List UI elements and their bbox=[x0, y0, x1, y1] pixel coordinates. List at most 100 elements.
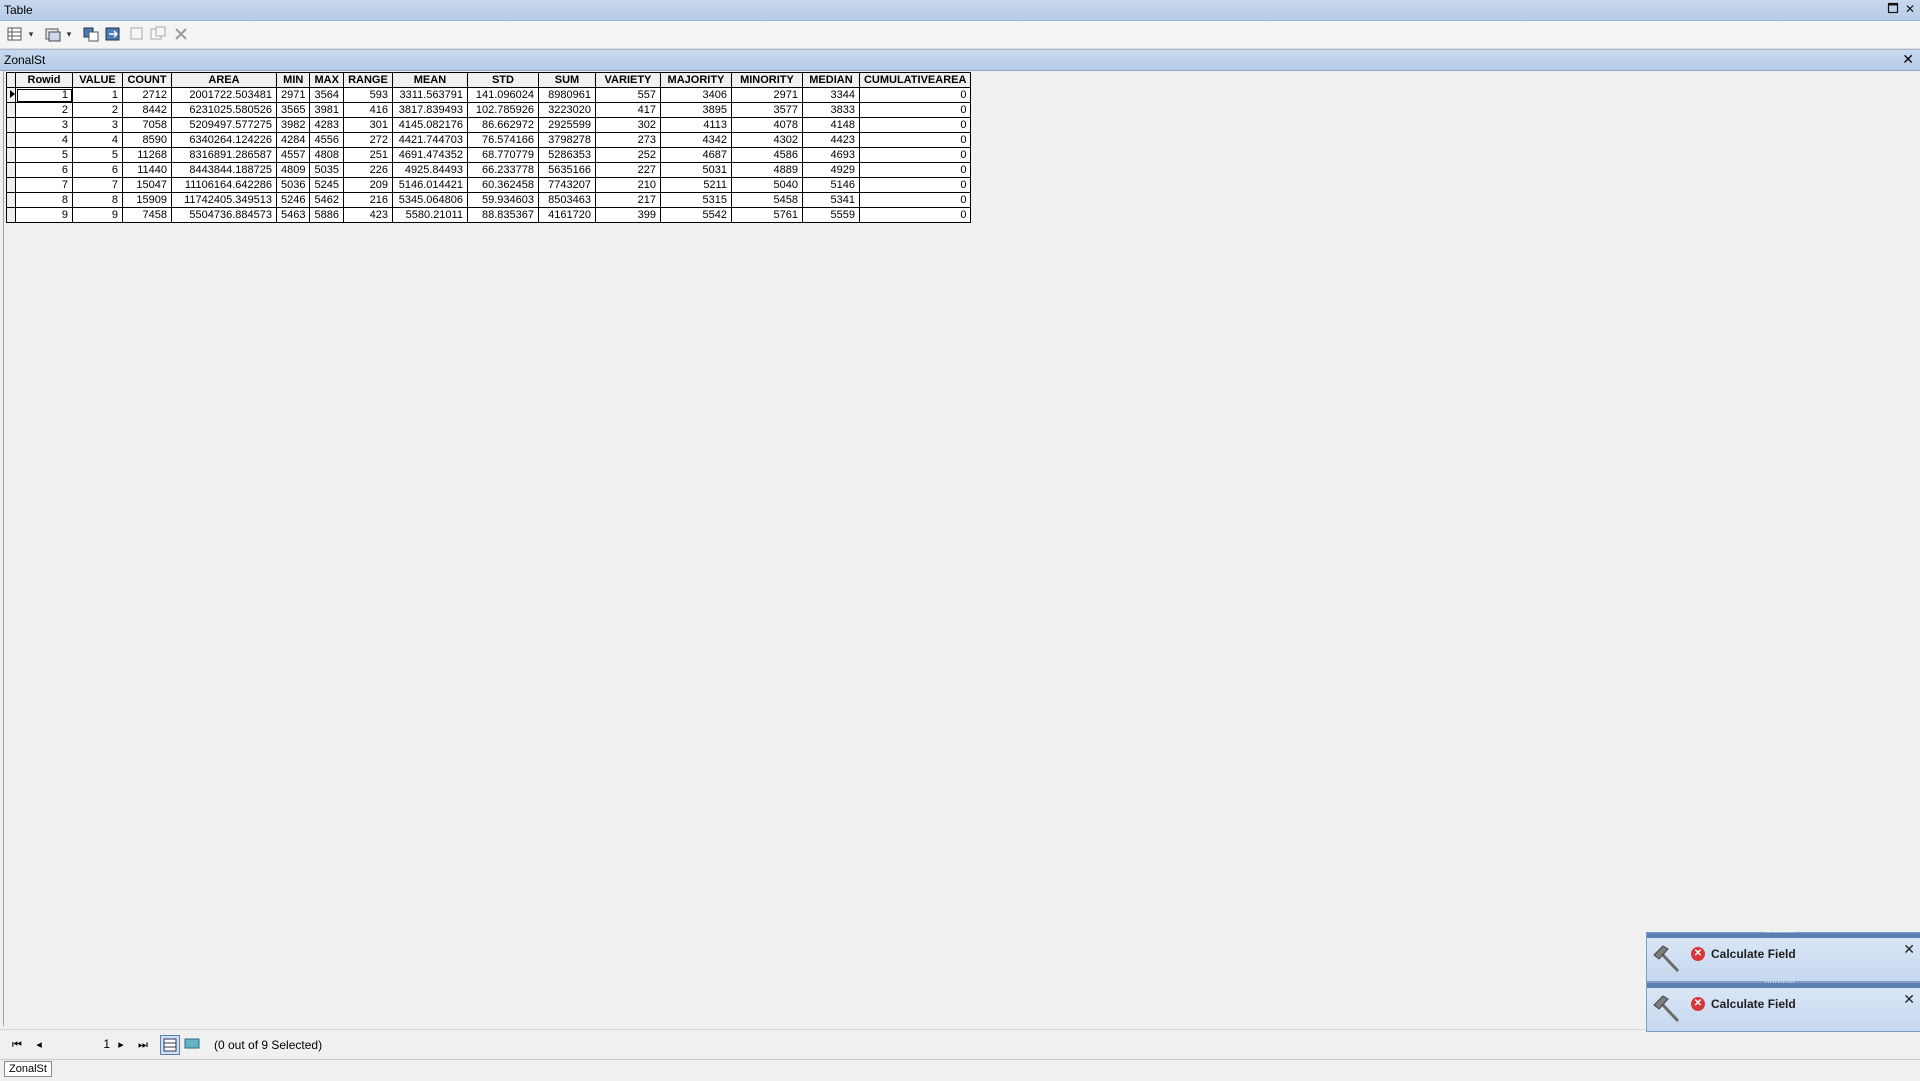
row-selector[interactable] bbox=[6, 132, 16, 148]
table-cell-rowid[interactable]: 4 bbox=[15, 132, 73, 148]
table-cell-minority[interactable]: 5458 bbox=[730, 192, 803, 208]
last-record-icon[interactable]: ⏭ bbox=[134, 1036, 152, 1054]
table-cell-median[interactable]: 3833 bbox=[801, 102, 860, 118]
table-cell-mean[interactable]: 5580.21011 bbox=[391, 207, 468, 223]
select-by-attributes-icon[interactable] bbox=[82, 25, 100, 43]
close-notification-icon[interactable]: ✕ bbox=[1903, 991, 1915, 1008]
table-cell-max[interactable]: 4808 bbox=[309, 147, 344, 163]
table-cell-mean[interactable]: 3817.839493 bbox=[391, 102, 468, 118]
table-cell-value[interactable]: 6 bbox=[72, 162, 123, 178]
table-cell-count[interactable]: 11268 bbox=[122, 147, 172, 163]
next-record-icon[interactable]: ▸ bbox=[112, 1036, 130, 1054]
table-row[interactable]: 2 2 8442 6231025.580526 3565 3981 416 3817.8394… bbox=[6, 102, 972, 118]
zoom-to-selected-icon[interactable] bbox=[149, 25, 167, 43]
table-cell-mean[interactable]: 3311.563791 bbox=[391, 87, 468, 103]
table-cell-sum[interactable]: 7743207 bbox=[537, 177, 596, 193]
table-cell-min[interactable]: 4809 bbox=[275, 162, 311, 178]
column-header-std[interactable]: STD bbox=[466, 72, 539, 88]
related-tables-dropdown-icon[interactable]: ▾ bbox=[63, 25, 75, 43]
table-cell-range[interactable]: 216 bbox=[342, 192, 393, 208]
notification-calculate-field-2[interactable]: '''''''''''' ✕ Calculate Field ✕ bbox=[1646, 980, 1920, 1032]
column-header-max[interactable]: MAX bbox=[309, 72, 344, 88]
table-cell-max[interactable]: 3564 bbox=[309, 87, 344, 103]
select-all-header[interactable] bbox=[6, 72, 16, 88]
column-header-area[interactable]: AREA bbox=[171, 72, 277, 88]
table-cell-max[interactable]: 5886 bbox=[309, 207, 344, 223]
table-cell-sum[interactable]: 4161720 bbox=[537, 207, 596, 223]
table-cell-area[interactable]: 8316891.286587 bbox=[171, 147, 277, 163]
table-cell-minority[interactable]: 4302 bbox=[730, 132, 803, 148]
table-cell-median[interactable]: 5341 bbox=[801, 192, 860, 208]
table-cell-median[interactable]: 4423 bbox=[801, 132, 860, 148]
maximize-icon[interactable] bbox=[1886, 2, 1900, 16]
table-cell-mean[interactable]: 4421.744703 bbox=[391, 132, 468, 148]
show-selected-records-icon[interactable] bbox=[183, 1035, 203, 1055]
first-record-icon[interactable]: ⏮ bbox=[8, 1036, 26, 1054]
table-cell-min[interactable]: 5463 bbox=[275, 207, 311, 223]
column-header-mean[interactable]: MEAN bbox=[391, 72, 468, 88]
table-cell-count[interactable]: 15909 bbox=[122, 192, 172, 208]
table-cell-count[interactable]: 8590 bbox=[122, 132, 172, 148]
column-header-median[interactable]: MEDIAN bbox=[801, 72, 860, 88]
table-row[interactable]: 4 4 8590 6340264.124226 4284 4556 272 4421.7447… bbox=[6, 132, 972, 148]
table-cell-area[interactable]: 5504736.884573 bbox=[171, 207, 277, 223]
table-cell-cumulativearea[interactable]: 0 bbox=[858, 132, 972, 148]
switch-selection-icon[interactable] bbox=[104, 25, 122, 43]
table-cell-area[interactable]: 2001722.503481 bbox=[171, 87, 277, 103]
table-cell-value[interactable]: 1 bbox=[72, 87, 123, 103]
table-cell-sum[interactable]: 5286353 bbox=[537, 147, 596, 163]
table-cell-value[interactable]: 5 bbox=[72, 147, 123, 163]
table-row[interactable]: 9 9 7458 5504736.884573 5463 5886 423 5580.2101… bbox=[6, 207, 972, 223]
table-cell-variety[interactable]: 417 bbox=[594, 102, 661, 118]
table-cell-majority[interactable]: 5315 bbox=[659, 192, 732, 208]
table-cell-majority[interactable]: 3406 bbox=[659, 87, 732, 103]
table-cell-minority[interactable]: 2971 bbox=[730, 87, 803, 103]
row-selector[interactable] bbox=[6, 147, 16, 163]
table-cell-range[interactable]: 416 bbox=[342, 102, 393, 118]
table-cell-area[interactable]: 6340264.124226 bbox=[171, 132, 277, 148]
table-cell-majority[interactable]: 4113 bbox=[659, 117, 732, 133]
table-cell-sum[interactable]: 2925599 bbox=[537, 117, 596, 133]
column-header-minority[interactable]: MINORITY bbox=[730, 72, 803, 88]
table-cell-variety[interactable]: 210 bbox=[594, 177, 661, 193]
row-selector[interactable] bbox=[6, 102, 16, 118]
table-cell-count[interactable]: 7458 bbox=[122, 207, 172, 223]
table-cell-std[interactable]: 102.785926 bbox=[466, 102, 539, 118]
table-cell-range[interactable]: 251 bbox=[342, 147, 393, 163]
column-header-range[interactable]: RANGE bbox=[342, 72, 393, 88]
column-header-rowid[interactable]: Rowid bbox=[15, 72, 73, 88]
column-header-count[interactable]: COUNT bbox=[122, 72, 172, 88]
table-cell-cumulativearea[interactable]: 0 bbox=[858, 162, 972, 178]
table-cell-area[interactable]: 11742405.349513 bbox=[171, 192, 277, 208]
table-cell-std[interactable]: 88.835367 bbox=[466, 207, 539, 223]
table-row[interactable]: 5 5 11268 8316891.286587 4557 4808 251 4691.474… bbox=[6, 147, 972, 163]
table-cell-std[interactable]: 86.662972 bbox=[466, 117, 539, 133]
table-cell-rowid[interactable]: 6 bbox=[15, 162, 73, 178]
table-cell-majority[interactable]: 4687 bbox=[659, 147, 732, 163]
table-cell-min[interactable]: 3982 bbox=[275, 117, 311, 133]
related-tables-icon[interactable] bbox=[44, 25, 62, 43]
table-cell-minority[interactable]: 5761 bbox=[730, 207, 803, 223]
table-cell-min[interactable]: 5036 bbox=[275, 177, 311, 193]
table-cell-majority[interactable]: 5211 bbox=[659, 177, 732, 193]
table-cell-value[interactable]: 2 bbox=[72, 102, 123, 118]
table-cell-minority[interactable]: 3577 bbox=[730, 102, 803, 118]
table-cell-min[interactable]: 4284 bbox=[275, 132, 311, 148]
table-cell-variety[interactable]: 273 bbox=[594, 132, 661, 148]
column-header-value[interactable]: VALUE bbox=[72, 72, 123, 88]
current-record-input[interactable]: 1 bbox=[60, 1036, 114, 1052]
table-cell-min[interactable]: 4557 bbox=[275, 147, 311, 163]
column-header-cumulativearea[interactable]: CUMULATIVEAREA bbox=[858, 72, 972, 88]
table-cell-max[interactable]: 5035 bbox=[309, 162, 344, 178]
table-cell-sum[interactable]: 5635166 bbox=[537, 162, 596, 178]
table-cell-variety[interactable]: 399 bbox=[594, 207, 661, 223]
table-cell-max[interactable]: 4283 bbox=[309, 117, 344, 133]
close-notification-icon[interactable]: ✕ bbox=[1903, 941, 1915, 958]
table-row[interactable]: 7 7 15047 11106164.642286 5036 5245 209 5146.01… bbox=[6, 177, 972, 193]
row-selector[interactable] bbox=[6, 162, 16, 178]
table-cell-area[interactable]: 11106164.642286 bbox=[171, 177, 277, 193]
table-cell-max[interactable]: 3981 bbox=[309, 102, 344, 118]
table-cell-minority[interactable]: 4889 bbox=[730, 162, 803, 178]
table-cell-value[interactable]: 8 bbox=[72, 192, 123, 208]
table-cell-variety[interactable]: 252 bbox=[594, 147, 661, 163]
